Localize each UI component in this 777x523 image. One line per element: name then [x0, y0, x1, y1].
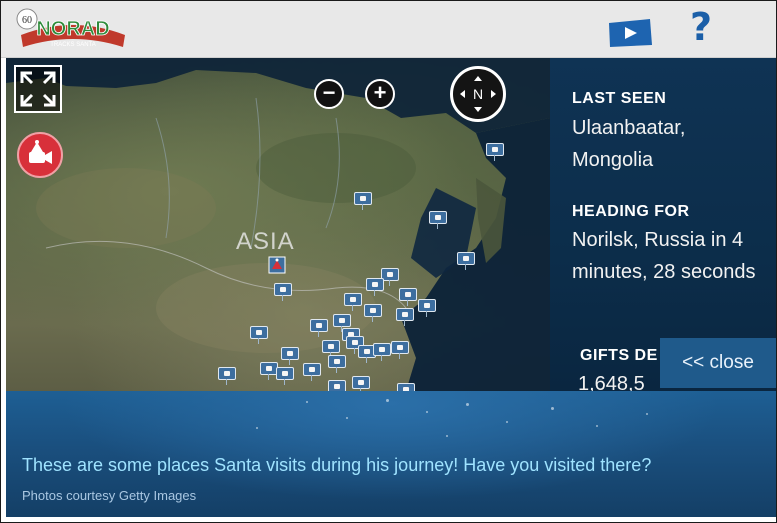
photo-pin[interactable] [364, 304, 382, 322]
photo-pin[interactable] [418, 299, 436, 317]
zoom-in-button[interactable]: + [365, 79, 395, 109]
photo-pin[interactable] [366, 278, 384, 296]
app-window: 60 NORAD TRACKS SANTA ? ASIA − + N LAST … [0, 0, 777, 523]
video-button[interactable] [606, 17, 654, 49]
info-panel: These are some places Santa visits durin… [6, 391, 776, 517]
photo-pin[interactable] [344, 293, 362, 311]
panel-message: These are some places Santa visits durin… [22, 455, 652, 475]
photo-pin[interactable] [328, 355, 346, 373]
zoom-out-button[interactable]: − [314, 79, 344, 109]
norad-logo[interactable]: 60 NORAD TRACKS SANTA [13, 5, 131, 55]
compass-north-label: N [472, 86, 484, 102]
fullscreen-icon [20, 71, 56, 107]
gifts-heading: GIFTS DE [580, 347, 658, 364]
santa-position-marker[interactable] [268, 256, 286, 274]
header-bar: 60 NORAD TRACKS SANTA ? [1, 1, 776, 58]
photo-pin[interactable] [429, 211, 447, 229]
photo-pin[interactable] [457, 252, 475, 270]
photo-pin[interactable] [281, 347, 299, 365]
photo-pin[interactable] [276, 367, 294, 385]
photo-pin[interactable] [218, 367, 236, 385]
last-seen-value: Ulaanbaatar, Mongolia [572, 117, 686, 171]
photo-pin[interactable] [397, 383, 415, 391]
photo-pin[interactable] [391, 341, 409, 359]
svg-text:NORAD: NORAD [36, 18, 109, 40]
photo-pin[interactable] [250, 326, 268, 344]
heading-for-heading: HEADING FOR [572, 203, 690, 220]
photo-pin[interactable] [399, 288, 417, 306]
photo-pin[interactable] [352, 376, 370, 391]
photo-pin[interactable] [328, 380, 346, 391]
tracker-map[interactable]: ASIA − + N [6, 58, 550, 391]
photo-pin[interactable] [322, 340, 340, 358]
photo-pin[interactable] [486, 143, 504, 161]
compass-control[interactable]: N [450, 66, 506, 122]
photo-pin[interactable] [373, 343, 391, 361]
close-button[interactable]: << close [660, 338, 776, 388]
last-seen-heading: LAST SEEN [572, 90, 667, 107]
svg-text:60: 60 [22, 15, 32, 26]
photo-pin[interactable] [303, 363, 321, 381]
video-play-icon [609, 19, 652, 47]
santa-cam-icon [29, 140, 52, 164]
svg-text:TRACKS SANTA: TRACKS SANTA [50, 42, 96, 48]
photo-pin[interactable] [274, 283, 292, 301]
photo-pin[interactable] [354, 192, 372, 210]
help-button[interactable]: ? [689, 7, 713, 47]
photo-pin[interactable] [333, 314, 351, 332]
heading-for-value: Norilsk, Russia in 4 minutes, 28 seconds [572, 229, 756, 283]
fullscreen-button[interactable] [14, 65, 62, 113]
photo-pin[interactable] [310, 319, 328, 337]
photo-pin[interactable] [396, 308, 414, 326]
map-region-label: ASIA [236, 228, 295, 255]
photo-credit: Photos courtesy Getty Images [22, 488, 197, 503]
santa-cam-button[interactable] [17, 132, 63, 178]
